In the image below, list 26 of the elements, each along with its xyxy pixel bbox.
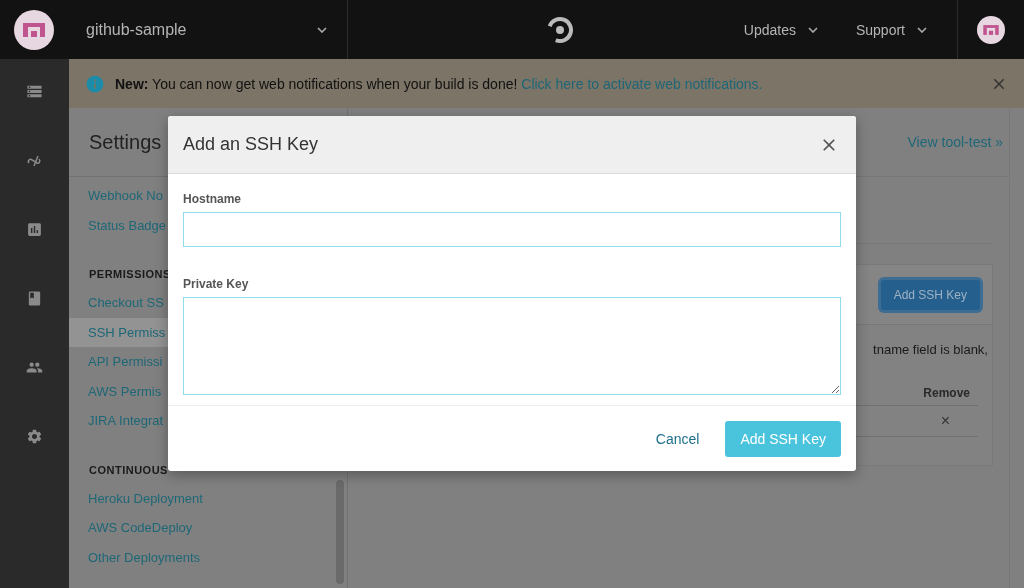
menu-button[interactable]: Updates (743, 21, 818, 38)
menu-button[interactable]: Support (855, 21, 927, 38)
field-label: Hostname (183, 192, 241, 206)
chevron-icon (317, 26, 327, 33)
avatar-icon[interactable] (14, 9, 54, 50)
column-header: Remove (923, 386, 970, 400)
field-label: Private Key (183, 277, 249, 291)
chevron-icon (807, 26, 818, 33)
view-project-link[interactable]: View tool-test » (907, 134, 1003, 150)
project-name[interactable]: github-sample (86, 20, 285, 39)
section-heading: CONTINUOUS (89, 462, 168, 478)
remove-button[interactable]: × (940, 412, 950, 430)
input-field[interactable] (183, 212, 841, 247)
cancel-button[interactable]: Cancel (653, 420, 702, 457)
submit-button[interactable]: Add SSH Key (725, 420, 841, 457)
page-title: Settings (89, 130, 162, 154)
scrollbar[interactable] (336, 480, 344, 584)
note-text: tname field is blank, (873, 342, 988, 357)
section-heading: PERMISSIONS (89, 267, 171, 282)
modal-title: Add an SSH Key (183, 134, 319, 155)
avatar-icon[interactable] (977, 15, 1005, 44)
chevron-icon (917, 26, 927, 33)
add-key-button[interactable]: Add SSH Key (880, 279, 980, 310)
logo-icon[interactable] (545, 15, 574, 44)
info-icon (85, 73, 105, 94)
banner-message: New: You can now get web notifications when your build is done! Click here to activate web notifications. (115, 75, 764, 92)
